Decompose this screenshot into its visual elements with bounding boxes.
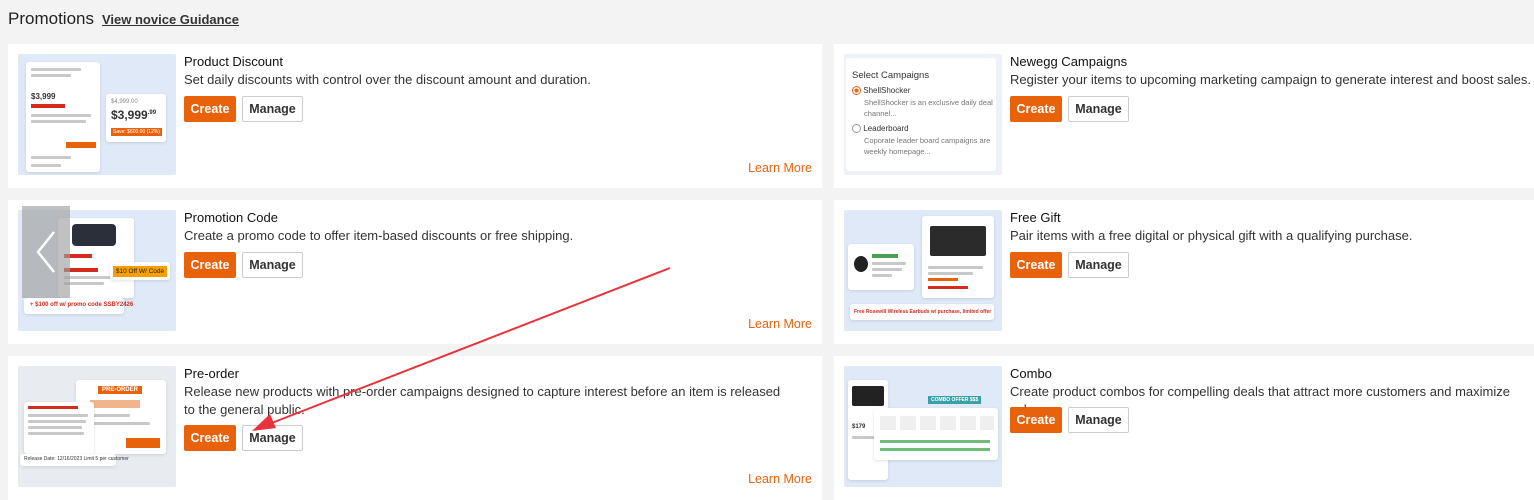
pre-order-title: Pre-order [184, 366, 239, 381]
free-gift-title: Free Gift [1010, 210, 1061, 225]
page-title: Promotions [8, 9, 94, 28]
product-discount-create-button[interactable]: Create [184, 96, 236, 122]
pre-order-description: Release new products with pre-order camp… [184, 384, 781, 417]
free-gift-description: Pair items with a free digital or physic… [1010, 228, 1413, 243]
combo-title: Combo [1010, 366, 1052, 381]
product-discount-title: Product Discount [184, 54, 283, 69]
combo-manage-button[interactable]: Manage [1068, 407, 1129, 433]
pre-order-manage-button[interactable]: Manage [242, 425, 303, 451]
free-gift-card: Free Rosewill Wireless Earbuds w/ purcha… [834, 200, 1534, 344]
newegg-campaigns-manage-button[interactable]: Manage [1068, 96, 1129, 122]
free-gift-thumbnail: Free Rosewill Wireless Earbuds w/ purcha… [844, 210, 1002, 331]
product-discount-card: $3,999 $4,999.00 $3,999.99 Save: $600.00… [8, 44, 822, 188]
newegg-campaigns-title: Newegg Campaigns [1010, 54, 1128, 69]
newegg-campaigns-card: Select Campaigns ShellShocker ShellShock… [834, 44, 1534, 188]
combo-thumbnail: $179 COMBO OFFER $$$ [844, 366, 1002, 487]
combo-create-button[interactable]: Create [1010, 407, 1062, 433]
promotion-code-learn-more-link[interactable]: Learn More [748, 317, 812, 331]
combo-card: $179 COMBO OFFER $$$ Combo Create produc… [834, 356, 1534, 500]
novice-guidance-link[interactable]: View novice Guidance [102, 12, 239, 27]
product-discount-learn-more-link[interactable]: Learn More [748, 161, 812, 175]
product-discount-description: Set daily discounts with control over th… [184, 72, 591, 87]
product-discount-manage-button[interactable]: Manage [242, 96, 303, 122]
pre-order-learn-more-link[interactable]: Learn More [748, 472, 812, 486]
page-header: Promotions View novice Guidance [8, 9, 239, 29]
promotion-code-create-button[interactable]: Create [184, 252, 236, 278]
promotion-code-title: Promotion Code [184, 210, 278, 225]
promotion-code-manage-button[interactable]: Manage [242, 252, 303, 278]
promotion-code-card: $10 Off W/ Code + $100 off w/ promo code… [8, 200, 822, 344]
chevron-left-icon [36, 231, 55, 273]
free-gift-create-button[interactable]: Create [1010, 252, 1062, 278]
newegg-campaigns-create-button[interactable]: Create [1010, 96, 1062, 122]
carousel-prev-button[interactable] [22, 206, 70, 298]
free-gift-manage-button[interactable]: Manage [1068, 252, 1129, 278]
promotion-code-description: Create a promo code to offer item-based … [184, 228, 574, 243]
pre-order-card: PRE-ORDER Release Date: 12/16/2023 Limit… [8, 356, 822, 500]
pre-order-create-button[interactable]: Create [184, 425, 236, 451]
product-discount-thumbnail: $3,999 $4,999.00 $3,999.99 Save: $600.00… [18, 54, 176, 175]
newegg-campaigns-thumbnail: Select Campaigns ShellShocker ShellShock… [844, 54, 1002, 175]
newegg-campaigns-description: Register your items to upcoming marketin… [1010, 72, 1531, 87]
pre-order-thumbnail: PRE-ORDER Release Date: 12/16/2023 Limit… [18, 366, 176, 487]
